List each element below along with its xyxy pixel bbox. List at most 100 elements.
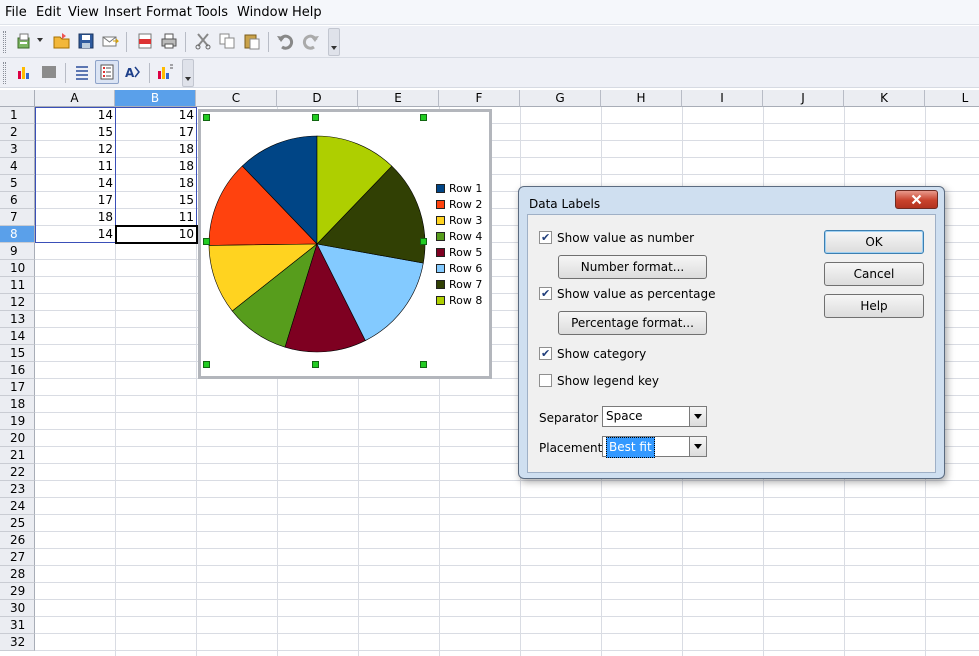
- menu-file[interactable]: File: [5, 5, 27, 20]
- ok-button[interactable]: OK: [824, 230, 924, 254]
- cancel-button[interactable]: Cancel: [824, 262, 924, 286]
- chart-area-button[interactable]: [37, 60, 61, 84]
- row-header-22[interactable]: 22: [0, 464, 35, 481]
- row-header-10[interactable]: 10: [0, 260, 35, 277]
- menu-view[interactable]: View: [68, 5, 99, 20]
- row-header-4[interactable]: 4: [0, 158, 35, 175]
- chart-handle-mr[interactable]: [420, 238, 427, 245]
- menu-help[interactable]: Help: [292, 5, 322, 20]
- column-header-j[interactable]: J: [763, 90, 844, 107]
- chart-handle-tr[interactable]: [420, 114, 427, 121]
- cut-button[interactable]: [191, 29, 215, 53]
- legend-toggle-button[interactable]: [95, 60, 119, 84]
- save-button[interactable]: [74, 29, 98, 53]
- column-header-b[interactable]: B: [115, 90, 196, 107]
- row-header-1[interactable]: 1: [0, 107, 35, 124]
- row-header-6[interactable]: 6: [0, 192, 35, 209]
- row-header-18[interactable]: 18: [0, 396, 35, 413]
- copy-button[interactable]: [215, 29, 239, 53]
- chart-handle-ml[interactable]: [203, 238, 210, 245]
- column-header-d[interactable]: D: [277, 90, 358, 107]
- row-header-21[interactable]: 21: [0, 447, 35, 464]
- menu-tools[interactable]: Tools: [196, 5, 228, 20]
- row-header-12[interactable]: 12: [0, 294, 35, 311]
- placement-select[interactable]: Best fit: [602, 436, 707, 458]
- chevron-down-icon[interactable]: [689, 407, 706, 426]
- pie-chart[interactable]: Row 1 Row 2 Row 3 Row 4 Row 5 Row 6 Row 7 Row 8: [198, 109, 492, 379]
- show-value-number-checkbox[interactable]: Show value as number: [539, 230, 694, 247]
- row-header-17[interactable]: 17: [0, 379, 35, 396]
- column-header-f[interactable]: F: [439, 90, 520, 107]
- row-header-14[interactable]: 14: [0, 328, 35, 345]
- toolbar-overflow-icon[interactable]: [328, 28, 340, 56]
- open-button[interactable]: [50, 29, 74, 53]
- row-header-7[interactable]: 7: [0, 209, 35, 226]
- dialog-close-button[interactable]: [895, 190, 938, 209]
- row-header-26[interactable]: 26: [0, 532, 35, 549]
- column-header-e[interactable]: E: [358, 90, 439, 107]
- row-header-15[interactable]: 15: [0, 345, 35, 362]
- chart-handle-tc[interactable]: [312, 114, 319, 121]
- show-legend-key-checkbox[interactable]: Show legend key: [539, 374, 659, 390]
- scale-text-button[interactable]: A: [121, 60, 145, 84]
- row-header-13[interactable]: 13: [0, 311, 35, 328]
- row-header-24[interactable]: 24: [0, 498, 35, 515]
- row-header-11[interactable]: 11: [0, 277, 35, 294]
- toolbar-grip[interactable]: [3, 31, 6, 53]
- row-header-30[interactable]: 30: [0, 600, 35, 617]
- undo-button[interactable]: [273, 29, 297, 53]
- new-dropdown-arrow-icon[interactable]: [37, 38, 43, 42]
- export-pdf-button[interactable]: [133, 29, 157, 53]
- chart-handle-br[interactable]: [420, 361, 427, 368]
- menu-insert[interactable]: Insert: [104, 5, 141, 20]
- menu-window[interactable]: Window: [237, 5, 288, 20]
- row-header-2[interactable]: 2: [0, 124, 35, 141]
- row-header-20[interactable]: 20: [0, 430, 35, 447]
- column-header-c[interactable]: C: [196, 90, 277, 107]
- toolbar-overflow-icon[interactable]: [182, 59, 194, 87]
- row-header-27[interactable]: 27: [0, 549, 35, 566]
- row-header-8[interactable]: 8: [0, 226, 35, 243]
- show-category-checkbox[interactable]: Show category: [539, 346, 646, 363]
- column-header-h[interactable]: H: [601, 90, 682, 107]
- row-header-9[interactable]: 9: [0, 243, 35, 260]
- row-header-19[interactable]: 19: [0, 413, 35, 430]
- row-header-16[interactable]: 16: [0, 362, 35, 379]
- chart-handle-bl[interactable]: [203, 361, 210, 368]
- number-format-button[interactable]: Number format...: [558, 255, 707, 279]
- chart-handle-bc[interactable]: [312, 361, 319, 368]
- column-header-l[interactable]: L: [925, 90, 979, 107]
- chevron-down-icon[interactable]: [689, 437, 706, 456]
- data-series-button[interactable]: [153, 60, 177, 84]
- row-header-25[interactable]: 25: [0, 515, 35, 532]
- toolbar-grip[interactable]: [3, 62, 6, 84]
- column-header-g[interactable]: G: [520, 90, 601, 107]
- select-all-corner[interactable]: [0, 90, 35, 107]
- chart-handle-tl[interactable]: [203, 114, 210, 121]
- column-header-a[interactable]: A: [35, 90, 115, 107]
- separator-select[interactable]: Space: [602, 406, 707, 427]
- paste-button[interactable]: [240, 29, 264, 53]
- help-button[interactable]: Help: [824, 294, 924, 318]
- column-header-i[interactable]: I: [682, 90, 763, 107]
- row-header-28[interactable]: 28: [0, 566, 35, 583]
- active-cell-b8[interactable]: [115, 225, 198, 244]
- show-value-percentage-checkbox[interactable]: Show value as percentage: [539, 286, 716, 303]
- new-document-button[interactable]: [12, 29, 36, 53]
- row-header-3[interactable]: 3: [0, 141, 35, 158]
- menu-edit[interactable]: Edit: [36, 5, 61, 20]
- redo-button[interactable]: [299, 29, 323, 53]
- menu-format[interactable]: Format: [146, 5, 192, 20]
- row-header-29[interactable]: 29: [0, 583, 35, 600]
- row-header-32[interactable]: 32: [0, 634, 35, 651]
- percentage-format-button[interactable]: Percentage format...: [558, 311, 707, 335]
- chart-type-button[interactable]: [12, 60, 36, 84]
- row-header-23[interactable]: 23: [0, 481, 35, 498]
- column-header-k[interactable]: K: [844, 90, 925, 107]
- row-header-31[interactable]: 31: [0, 617, 35, 634]
- horizontal-grids-button[interactable]: [70, 60, 94, 84]
- print-button[interactable]: [157, 29, 181, 53]
- horizontal-grid-icon: [76, 66, 88, 80]
- row-header-5[interactable]: 5: [0, 175, 35, 192]
- email-button[interactable]: [98, 29, 122, 53]
